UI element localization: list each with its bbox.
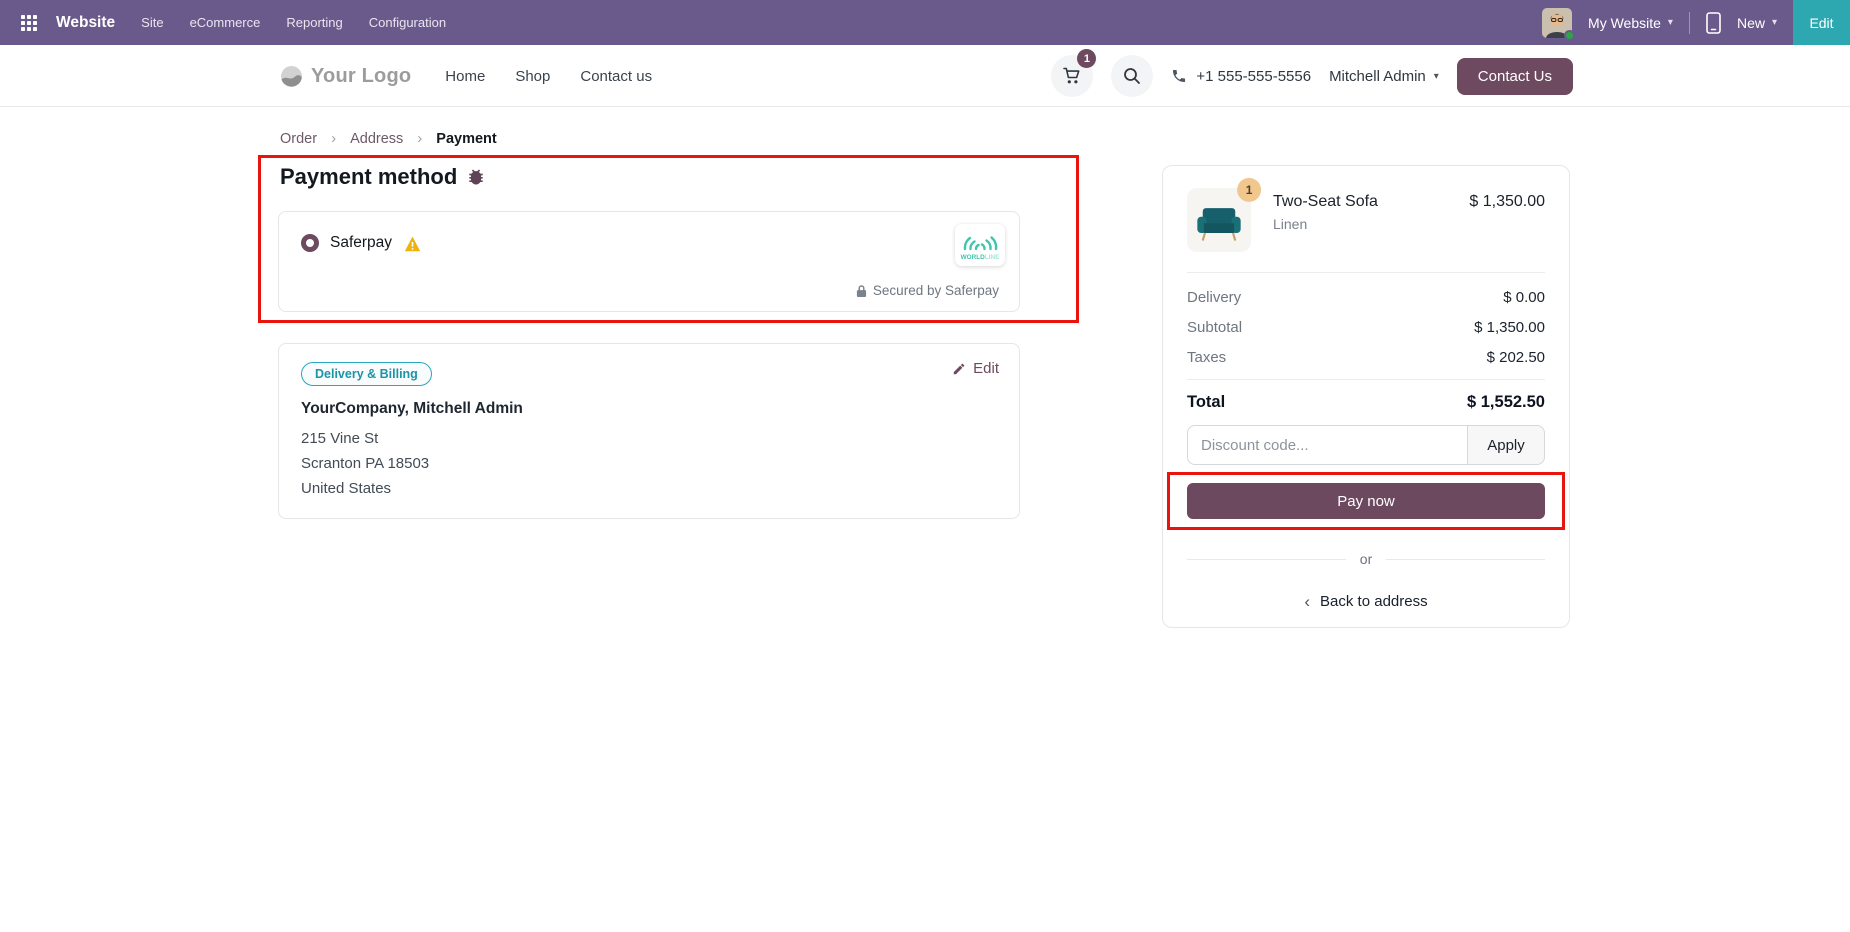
logo-text: Your Logo — [311, 64, 412, 87]
address-card: Delivery & Billing YourCompany, Mitchell… — [278, 343, 1020, 519]
apply-discount-button[interactable]: Apply — [1467, 425, 1545, 465]
provider-name: Saferpay — [330, 234, 393, 251]
address-line: United States — [301, 480, 392, 497]
user-account-dropdown[interactable]: Mitchell Admin ▾ — [1329, 68, 1439, 85]
edit-address-link[interactable]: Edit — [952, 360, 999, 377]
menu-reporting[interactable]: Reporting — [286, 15, 342, 30]
app-name-website[interactable]: Website — [56, 14, 115, 32]
address-name: YourCompany, Mitchell Admin — [301, 400, 523, 417]
nav-home[interactable]: Home — [445, 68, 485, 85]
pay-now-button[interactable]: Pay now — [1187, 483, 1545, 519]
order-summary-card: 1 Two-Seat Sofa Linen $ 1,350.00 Deliver… — [1162, 165, 1570, 628]
product-price: $ 1,350.00 — [1469, 193, 1545, 210]
pencil-icon — [953, 363, 965, 374]
phone-icon — [1173, 70, 1186, 82]
chevron-right-icon: › — [417, 130, 423, 147]
site-nav: Home Shop Contact us — [445, 68, 652, 85]
or-separator: or — [1187, 551, 1546, 567]
product-variant: Linen — [1273, 216, 1308, 232]
odoo-top-bar: Website Site eCommerce Reporting Configu… — [0, 0, 1850, 45]
online-status-dot — [1564, 29, 1576, 41]
divider — [1187, 379, 1545, 380]
payment-option-saferpay[interactable]: Saferpay — [301, 234, 422, 252]
quantity-badge: 1 — [1237, 177, 1262, 202]
back-to-address-link[interactable]: ‹ Back to address — [1304, 593, 1427, 610]
nav-shop[interactable]: Shop — [515, 68, 550, 85]
secured-note: Secured by Saferpay — [856, 283, 999, 298]
chevron-right-icon: › — [331, 130, 337, 147]
breadcrumb-address[interactable]: Address — [350, 131, 403, 147]
cart-button[interactable]: 1 — [1051, 49, 1097, 97]
svg-text:WORLDLINE: WORLDLINE — [961, 254, 1000, 261]
menu-configuration[interactable]: Configuration — [369, 15, 446, 30]
chevron-down-icon: ▾ — [1771, 17, 1777, 28]
edit-page-button[interactable]: Edit — [1793, 0, 1850, 45]
user-avatar[interactable] — [1542, 7, 1576, 41]
summary-row-subtotal: Subtotal $ 1,350.00 — [1187, 319, 1545, 336]
payment-method-card: Saferpay WORLDLINE Secured by Saferpay — [278, 211, 1020, 312]
logo-icon — [281, 65, 302, 87]
brand-word2: LINE — [985, 254, 1000, 261]
worldline-logo: WORLDLINE — [955, 224, 1005, 266]
discount-code-input[interactable] — [1187, 425, 1467, 465]
address-line: Scranton PA 18503 — [301, 455, 430, 472]
summary-row-taxes: Taxes $ 202.50 — [1187, 349, 1545, 366]
contact-us-button[interactable]: Contact Us — [1456, 57, 1573, 95]
chevron-down-icon: ▾ — [1667, 17, 1673, 28]
summary-row-delivery: Delivery $ 0.00 — [1187, 289, 1545, 306]
divider — [1187, 272, 1545, 273]
new-content-button[interactable]: New ▾ — [1737, 15, 1777, 31]
breadcrumb-order[interactable]: Order — [280, 131, 317, 147]
menu-site[interactable]: Site — [141, 15, 163, 30]
brand-word1: WORLD — [961, 254, 986, 261]
search-icon — [1124, 68, 1141, 84]
cart-line-item: 1 Two-Seat Sofa Linen $ 1,350.00 — [1187, 177, 1545, 252]
website-switcher[interactable]: My Website ▾ — [1588, 15, 1673, 31]
breadcrumb-payment: Payment — [436, 130, 497, 147]
lock-icon — [856, 284, 867, 297]
phone-number-link[interactable]: +1 555-555-5556 — [1171, 68, 1311, 85]
page-title: Payment method — [280, 164, 486, 190]
topbar-divider — [1688, 11, 1690, 34]
radio-selected-icon[interactable] — [301, 234, 319, 252]
apps-grid-icon[interactable] — [16, 10, 42, 36]
site-logo[interactable]: Your Logo — [280, 65, 411, 88]
breadcrumb: Order › Address › Payment — [280, 130, 497, 147]
debug-bug-icon — [469, 169, 483, 185]
address-line: 215 Vine St — [301, 430, 379, 447]
sofa-image — [1197, 208, 1241, 241]
chevron-left-icon: ‹ — [1304, 592, 1311, 611]
mobile-preview-icon[interactable] — [1706, 11, 1721, 34]
chevron-down-icon: ▾ — [1433, 70, 1439, 82]
cart-count-badge: 1 — [1077, 49, 1097, 68]
product-image: 1 — [1187, 177, 1262, 252]
summary-row-total: Total $ 1,552.50 — [1187, 393, 1545, 411]
menu-ecommerce[interactable]: eCommerce — [190, 15, 261, 30]
nav-contact-us[interactable]: Contact us — [580, 68, 652, 85]
site-header: Your Logo Home Shop Contact us 1 +1 555-… — [0, 45, 1850, 107]
warning-icon — [404, 236, 421, 251]
search-button[interactable] — [1111, 55, 1154, 97]
delivery-billing-badge: Delivery & Billing — [301, 362, 432, 386]
cart-icon — [1063, 67, 1080, 84]
product-name: Two-Seat Sofa — [1273, 193, 1378, 210]
